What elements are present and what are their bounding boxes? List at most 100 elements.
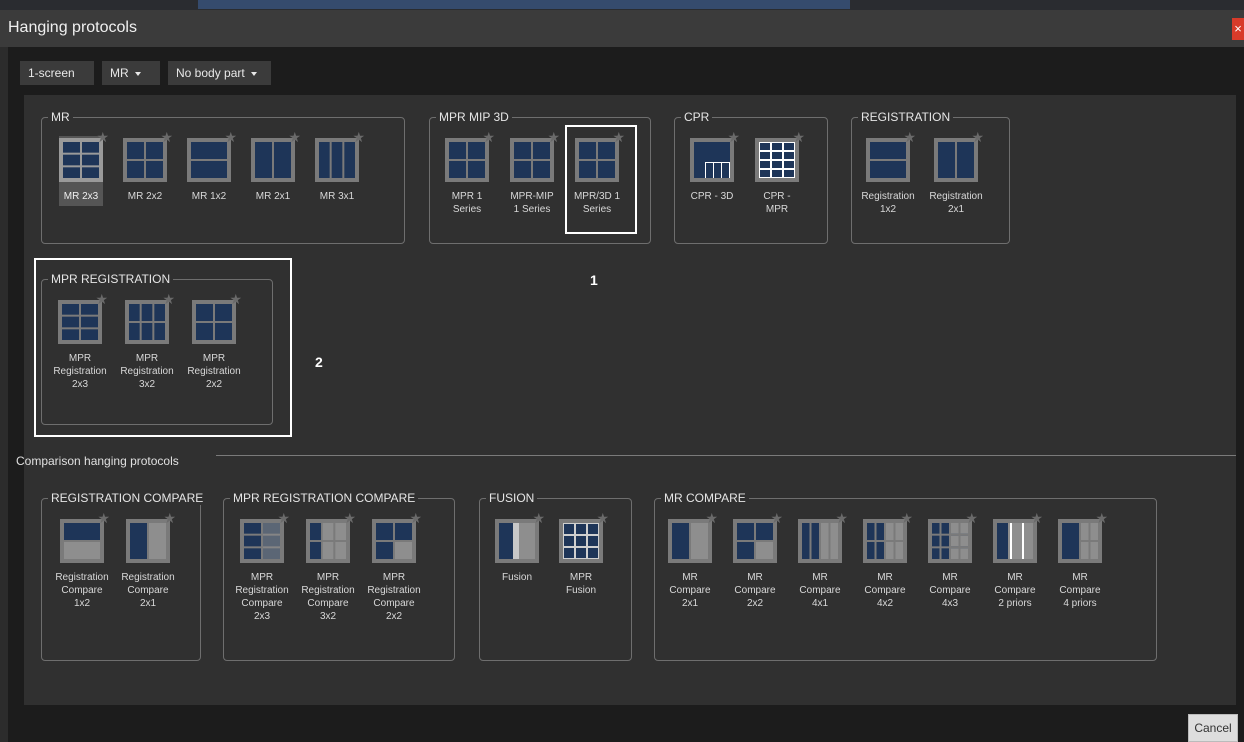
protocol-thumbnail: ★ xyxy=(798,511,848,563)
protocol-thumbnail: ★ xyxy=(59,130,109,182)
protocol-label: MR 2x3 xyxy=(63,191,99,202)
screens-dropdown-value: 1-screen xyxy=(28,66,75,80)
star-icon[interactable]: ★ xyxy=(971,130,984,144)
protocol-thumbnail: ★ xyxy=(126,511,176,563)
star-icon[interactable]: ★ xyxy=(482,130,495,144)
star-icon[interactable]: ★ xyxy=(965,511,978,525)
layout-icon xyxy=(319,142,355,178)
star-icon[interactable]: ★ xyxy=(224,130,237,144)
protocol-item[interactable]: ★ MR Compare 2x2 xyxy=(725,511,785,610)
screens-dropdown[interactable]: 1-screen xyxy=(20,61,94,100)
protocol-label: CPR - 3D xyxy=(690,191,734,202)
protocol-item[interactable]: ★ MR Compare 2x1 xyxy=(660,511,720,610)
protocol-label: MPR Fusion xyxy=(565,572,596,596)
star-icon[interactable]: ★ xyxy=(1030,511,1043,525)
layout-icon xyxy=(64,523,100,559)
protocol-item[interactable]: ★ MR Compare 4x3 xyxy=(920,511,980,610)
layout-icon xyxy=(244,523,280,559)
star-icon[interactable]: ★ xyxy=(409,511,422,525)
protocol-label: Registration 1x2 xyxy=(861,191,915,215)
protocol-item[interactable]: ★ Registration Compare 1x2 xyxy=(52,511,112,610)
protocol-item[interactable]: ★ MPR Registration Compare 3x2 xyxy=(298,511,358,623)
layout-icon xyxy=(932,523,968,559)
star-icon[interactable]: ★ xyxy=(900,511,913,525)
star-icon[interactable]: ★ xyxy=(352,130,365,144)
protocol-item[interactable]: ★ MPR Fusion xyxy=(551,511,611,597)
protocol-item[interactable]: ★ MPR Registration Compare 2x2 xyxy=(364,511,424,623)
protocol-label: MPR-MIP 1 Series xyxy=(510,191,554,215)
cancel-button[interactable]: Cancel xyxy=(1188,714,1238,742)
protocol-item[interactable]: ★ MPR-MIP 1 Series xyxy=(502,130,562,216)
comparison-divider xyxy=(216,455,1236,456)
protocol-label: MR 1x2 xyxy=(191,191,227,202)
protocol-label: MR Compare 2x2 xyxy=(734,572,776,609)
star-icon[interactable]: ★ xyxy=(1095,511,1108,525)
star-icon[interactable]: ★ xyxy=(596,511,609,525)
layout-icon xyxy=(191,142,227,178)
protocol-item[interactable]: ★ MR Compare 2 priors xyxy=(985,511,1045,610)
star-icon[interactable]: ★ xyxy=(727,130,740,144)
protocol-label: Registration 2x1 xyxy=(929,191,983,215)
star-icon[interactable]: ★ xyxy=(770,511,783,525)
star-icon[interactable]: ★ xyxy=(160,130,173,144)
star-icon[interactable]: ★ xyxy=(277,511,290,525)
layout-icon xyxy=(997,523,1033,559)
protocol-item[interactable]: ★ CPR - MPR xyxy=(747,130,807,216)
star-icon[interactable]: ★ xyxy=(705,511,718,525)
protocol-item[interactable]: ★ MR Compare 4x2 xyxy=(855,511,915,610)
star-icon[interactable]: ★ xyxy=(792,130,805,144)
star-icon[interactable]: ★ xyxy=(547,130,560,144)
star-icon[interactable]: ★ xyxy=(288,130,301,144)
protocol-item[interactable]: ★ MPR Registration Compare 2x3 xyxy=(232,511,292,623)
protocol-label: Registration Compare 2x1 xyxy=(121,572,175,609)
protocol-thumbnail: ★ xyxy=(559,511,609,563)
protocol-thumbnail: ★ xyxy=(690,130,740,182)
protocol-item[interactable]: ★ MR Compare 4 priors xyxy=(1050,511,1110,610)
group-title: MR xyxy=(48,110,73,124)
protocol-item[interactable]: ★ MR 2x2 xyxy=(115,130,175,203)
protocol-item[interactable]: ★ MR 1x2 xyxy=(179,130,239,203)
protocol-thumbnail: ★ xyxy=(445,130,495,182)
layout-icon xyxy=(867,523,903,559)
protocol-item[interactable]: ★ Registration 1x2 xyxy=(858,130,918,216)
protocol-label: CPR - MPR xyxy=(763,191,791,215)
body-part-dropdown[interactable]: No body part xyxy=(168,61,271,85)
modality-dropdown[interactable]: MR xyxy=(102,61,160,85)
protocol-item[interactable]: ★ MR 2x3 xyxy=(51,130,111,206)
protocol-item[interactable]: ★ MR 3x1 xyxy=(307,130,367,203)
protocol-item[interactable]: ★ Registration 2x1 xyxy=(926,130,986,216)
protocol-label: MPR Registration Compare 2x2 xyxy=(367,572,421,622)
chevron-down-icon xyxy=(134,71,141,76)
close-button[interactable]: × xyxy=(1232,18,1244,40)
protocol-label: MPR Registration Compare 2x3 xyxy=(235,572,289,622)
layout-icon xyxy=(255,142,291,178)
star-icon[interactable]: ★ xyxy=(163,511,176,525)
protocol-label: MR Compare 2 priors xyxy=(994,572,1036,609)
chevron-down-icon xyxy=(250,71,257,76)
layout-icon xyxy=(563,523,599,559)
protocol-item[interactable]: ★ MR Compare 4x1 xyxy=(790,511,850,610)
dialog-title: Hanging protocols xyxy=(8,19,137,36)
group-title: REGISTRATION COMPARE xyxy=(48,491,207,505)
star-icon[interactable]: ★ xyxy=(96,130,109,144)
protocol-label: MR Compare 4x3 xyxy=(929,572,971,609)
protocol-item[interactable]: ★ MPR 1 Series xyxy=(437,130,497,216)
top-strip-accent xyxy=(198,0,850,9)
protocol-thumbnail: ★ xyxy=(315,130,365,182)
protocol-item[interactable]: ★ Fusion xyxy=(487,511,547,584)
highlight-box-2 xyxy=(34,258,292,437)
protocol-item[interactable]: ★ MR 2x1 xyxy=(243,130,303,203)
annotation-marker-2: 2 xyxy=(315,354,323,370)
protocol-thumbnail: ★ xyxy=(123,130,173,182)
protocol-label: MR Compare 4x1 xyxy=(799,572,841,609)
protocol-item[interactable]: ★ Registration Compare 2x1 xyxy=(118,511,178,610)
protocol-item[interactable]: ★ CPR - 3D xyxy=(682,130,742,203)
star-icon[interactable]: ★ xyxy=(343,511,356,525)
layout-icon xyxy=(737,523,773,559)
star-icon[interactable]: ★ xyxy=(97,511,110,525)
protocol-thumbnail: ★ xyxy=(240,511,290,563)
group-title: CPR xyxy=(681,110,713,124)
star-icon[interactable]: ★ xyxy=(835,511,848,525)
star-icon[interactable]: ★ xyxy=(903,130,916,144)
star-icon[interactable]: ★ xyxy=(532,511,545,525)
